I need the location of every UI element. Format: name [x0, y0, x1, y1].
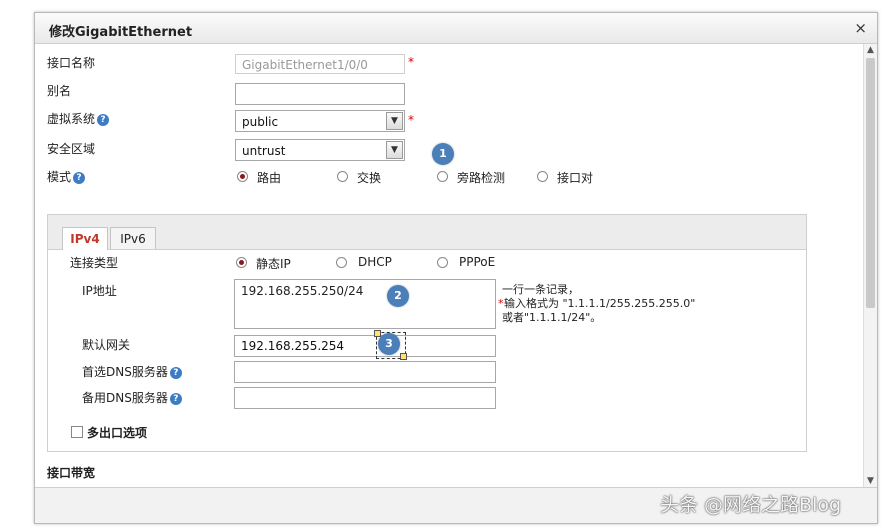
conn-option-static[interactable]: 静态IP	[256, 255, 291, 272]
dns2-input[interactable]	[234, 387, 496, 409]
dns1-input[interactable]	[234, 361, 496, 383]
help-icon[interactable]: ?	[169, 366, 182, 379]
vsys-label: 虚拟系统?	[47, 110, 110, 127]
tab-ipv4[interactable]: IPv4	[62, 227, 108, 250]
mode-option-bypass[interactable]: 旁路检测	[457, 169, 505, 186]
mode-radio-pair[interactable]	[537, 171, 548, 182]
conn-option-dhcp[interactable]: DHCP	[358, 255, 392, 269]
gateway-input[interactable]: 192.168.255.254	[234, 335, 496, 357]
zone-select[interactable]: untrust ▼	[235, 139, 405, 161]
resize-handle[interactable]	[400, 353, 407, 360]
mode-option-route[interactable]: 路由	[257, 169, 281, 186]
scroll-thumb[interactable]	[866, 58, 875, 308]
conn-radio-pppoe[interactable]	[437, 257, 448, 268]
watermark: 头条 @网络之路Blog	[660, 494, 842, 516]
gateway-label: 默认网关	[82, 338, 131, 352]
dns2-label-text: 备用DNS服务器	[82, 391, 168, 405]
multi-exit-label[interactable]: 多出口选项	[87, 424, 147, 441]
dialog-titlebar: 修改GigabitEthernet ×	[35, 13, 877, 44]
mode-radio-route[interactable]	[237, 171, 248, 182]
ip-hint-line3: 或者"1.1.1.1/24"。	[502, 311, 602, 324]
zone-value: untrust	[242, 144, 286, 158]
mode-option-switch[interactable]: 交换	[357, 169, 381, 186]
interface-name-label: 接口名称	[47, 56, 96, 70]
scroll-up-icon[interactable]: ▲	[864, 44, 877, 57]
conn-type-label: 连接类型	[70, 256, 119, 270]
help-icon[interactable]: ?	[169, 392, 182, 405]
ip-hint-line1: 一行一条记录，	[502, 283, 579, 296]
step-badge-3: 3	[378, 333, 400, 355]
conn-radio-static[interactable]	[236, 257, 247, 268]
interface-name-field: GigabitEthernet1/0/0	[235, 54, 405, 74]
ip-config-panel: IPv4 IPv6 连接类型 静态IP DHCP PPPoE IP地址 192.…	[47, 214, 807, 452]
chevron-down-icon[interactable]: ▼	[386, 112, 403, 130]
dialog-content: 接口名称 GigabitEthernet1/0/0 * 别名 虚拟系统? pub…	[35, 44, 863, 488]
close-icon[interactable]: ×	[854, 19, 867, 37]
vsys-value: public	[242, 115, 279, 129]
ip-address-textarea[interactable]: 192.168.255.250/24	[234, 279, 496, 329]
dns1-label: 首选DNS服务器?	[82, 363, 182, 380]
mode-label-text: 模式	[47, 170, 72, 184]
mode-option-pair[interactable]: 接口对	[557, 169, 593, 186]
required-mark: *	[408, 55, 414, 69]
multi-exit-checkbox[interactable]	[71, 426, 83, 438]
step-badge-2: 2	[387, 285, 409, 307]
vertical-scrollbar[interactable]: ▲ ▼	[863, 44, 877, 488]
ip-tab-strip: IPv4 IPv6	[48, 215, 806, 250]
bandwidth-section-title: 接口带宽	[47, 466, 96, 480]
mode-radio-switch[interactable]	[337, 171, 348, 182]
help-icon[interactable]: ?	[97, 113, 110, 126]
required-mark: *	[408, 113, 414, 127]
ip-hint-star: *	[498, 297, 504, 310]
mode-label: 模式?	[47, 168, 86, 185]
zone-label: 安全区域	[47, 142, 96, 156]
dialog-title: 修改GigabitEthernet	[49, 25, 193, 40]
alias-input[interactable]	[235, 83, 405, 105]
conn-radio-dhcp[interactable]	[336, 257, 347, 268]
conn-option-pppoe[interactable]: PPPoE	[459, 255, 495, 269]
ip-hint-line2: 输入格式为 "1.1.1.1/255.255.255.0"	[504, 297, 696, 310]
step-badge-1: 1	[432, 143, 454, 165]
vsys-select[interactable]: public ▼	[235, 110, 405, 132]
chevron-down-icon[interactable]: ▼	[386, 141, 403, 159]
vsys-label-text: 虚拟系统	[47, 112, 96, 126]
edit-interface-dialog: 修改GigabitEthernet × 接口名称 GigabitEthernet…	[34, 12, 878, 524]
ip-address-label: IP地址	[82, 284, 117, 298]
mode-radio-bypass[interactable]	[437, 171, 448, 182]
dns2-label: 备用DNS服务器?	[82, 389, 182, 406]
dns1-label-text: 首选DNS服务器	[82, 365, 168, 379]
tab-ipv6[interactable]: IPv6	[110, 227, 156, 249]
alias-label: 别名	[47, 84, 72, 98]
help-icon[interactable]: ?	[73, 171, 86, 184]
